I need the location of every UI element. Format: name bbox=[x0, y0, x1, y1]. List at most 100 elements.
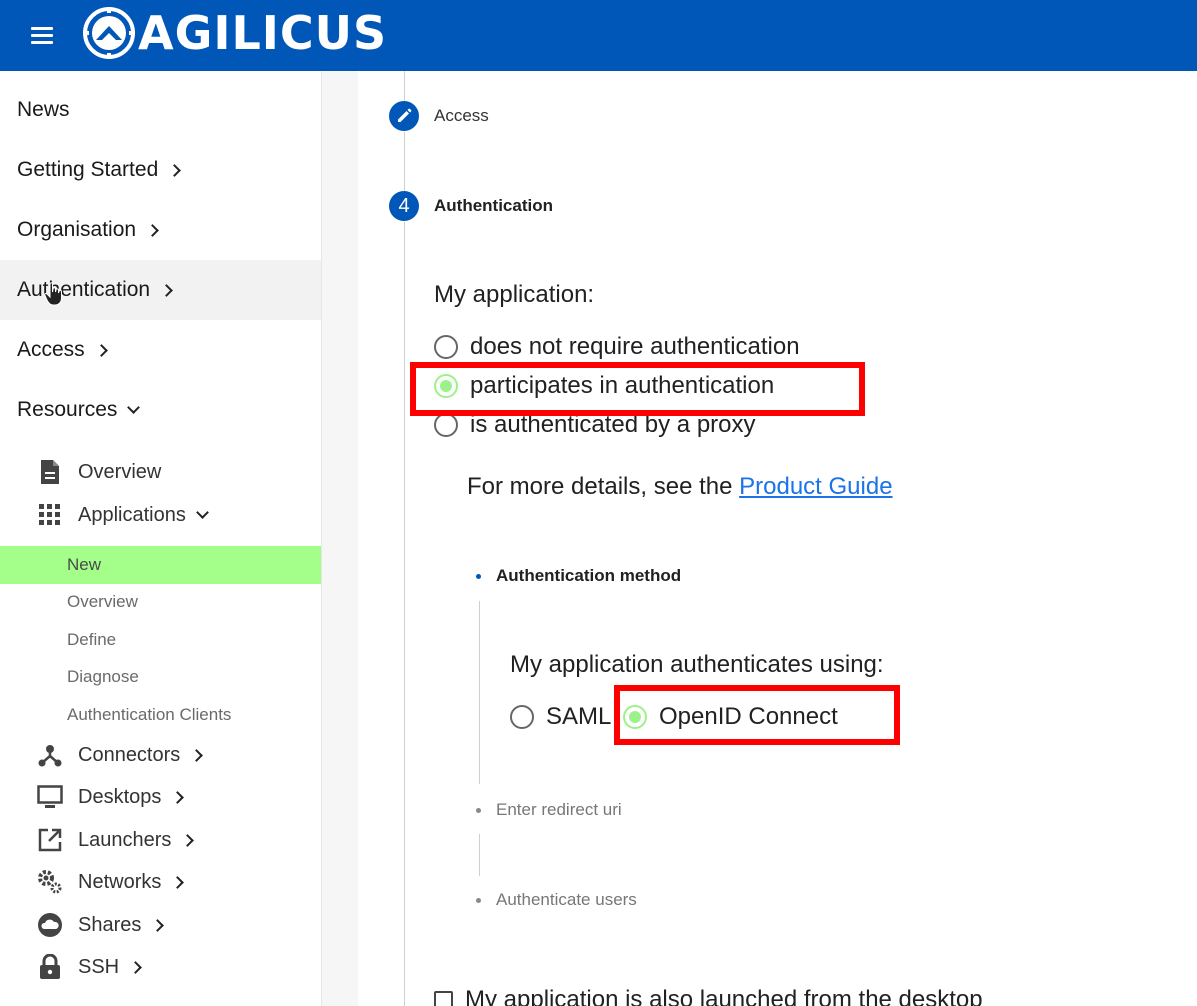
sidebar-item-desktops[interactable]: Desktops bbox=[0, 776, 321, 818]
content-gutter bbox=[322, 71, 358, 1006]
wizard-content: Access 4 Authentication My application: … bbox=[358, 71, 1197, 1006]
sidebar-item-news[interactable]: News bbox=[0, 80, 321, 140]
sidebar-item-label: Overview bbox=[67, 592, 138, 611]
sidebar-item-label: Overview bbox=[78, 460, 162, 483]
radio-saml[interactable]: SAML bbox=[510, 703, 611, 731]
chevron-right-icon bbox=[129, 960, 142, 974]
auth-question: My application: bbox=[434, 281, 595, 308]
desktop-monitor-icon bbox=[37, 784, 63, 810]
chevron-right-icon bbox=[171, 790, 185, 804]
substep-line bbox=[479, 834, 480, 876]
pencil-icon bbox=[398, 108, 412, 122]
open-external-icon bbox=[37, 827, 63, 853]
product-guide-link[interactable]: Product Guide bbox=[739, 473, 892, 500]
sidebar-item-label: News bbox=[17, 98, 70, 121]
sidebar-item-applications[interactable]: Applications bbox=[0, 494, 321, 536]
substep-dot bbox=[476, 573, 481, 579]
step-number-badge[interactable]: 4 bbox=[389, 191, 419, 221]
sidebar-item-networks[interactable]: Networks bbox=[0, 861, 321, 903]
stepper-line bbox=[404, 132, 405, 191]
sidebar-nav: News Getting Started Organisation Authen… bbox=[0, 71, 322, 1006]
substep-line bbox=[479, 601, 480, 784]
substep-dot bbox=[476, 807, 481, 813]
lock-icon bbox=[37, 954, 63, 980]
sidebar-item-label: Access bbox=[17, 338, 85, 361]
sidebar-item-launchers[interactable]: Launchers bbox=[0, 819, 321, 861]
substep-authentication-method[interactable]: Authentication method bbox=[476, 566, 681, 586]
sidebar-item-access[interactable]: Access bbox=[0, 320, 321, 380]
sidebar-item-label: Connectors bbox=[78, 743, 181, 766]
sidebar-item-new[interactable]: New bbox=[0, 546, 321, 584]
sidebar-item-label: Desktops bbox=[78, 785, 162, 808]
sidebar-item-overview[interactable]: Overview bbox=[0, 451, 321, 493]
connectors-icon bbox=[37, 742, 63, 768]
substep-label: Enter redirect uri bbox=[496, 800, 622, 819]
brand-name: AGILICUS bbox=[138, 6, 388, 60]
info-text: For more details, see the bbox=[467, 473, 733, 500]
chevron-right-icon bbox=[181, 833, 195, 847]
sidebar-item-label: Resources bbox=[17, 398, 118, 421]
substep-label: Authenticate users bbox=[496, 890, 637, 909]
chevron-right-icon bbox=[146, 223, 159, 237]
checkbox-label: My application is also launched from the… bbox=[465, 986, 983, 1006]
checkbox[interactable] bbox=[434, 990, 453, 1006]
chevron-down-icon bbox=[127, 401, 141, 414]
sidebar-item-diagnose[interactable]: Diagnose bbox=[0, 658, 321, 696]
radio-button[interactable] bbox=[434, 413, 458, 437]
sidebar-item-label: Getting Started bbox=[17, 158, 159, 181]
sidebar-item-label: Launchers bbox=[78, 828, 172, 851]
step-label-authentication[interactable]: Authentication bbox=[434, 196, 553, 216]
product-guide-info: For more details, see the Product Guide bbox=[467, 473, 893, 501]
sidebar-item-authentication-clients[interactable]: Authentication Clients bbox=[0, 696, 321, 734]
gears-icon bbox=[37, 869, 63, 895]
substep-authenticate-users[interactable]: Authenticate users bbox=[476, 890, 637, 910]
chevron-down-icon bbox=[195, 506, 209, 519]
radio-no-auth[interactable]: does not require authentication bbox=[434, 333, 800, 361]
step-label-access[interactable]: Access bbox=[434, 106, 489, 126]
sidebar-item-ssh[interactable]: SSH bbox=[0, 946, 321, 988]
step-edit-access[interactable] bbox=[389, 101, 419, 131]
substep-dot bbox=[476, 897, 481, 903]
sidebar-item-label: New bbox=[67, 555, 102, 574]
top-app-bar: AGILICUS bbox=[0, 0, 1197, 71]
sidebar-item-label: Networks bbox=[78, 870, 162, 893]
chevron-right-icon bbox=[151, 918, 165, 932]
radio-button[interactable] bbox=[434, 335, 458, 359]
brand-logo[interactable]: AGILICUS bbox=[82, 6, 387, 60]
sidebar-item-shares[interactable]: Shares bbox=[0, 904, 321, 946]
radio-button[interactable] bbox=[510, 705, 534, 729]
sidebar-item-getting-started[interactable]: Getting Started bbox=[0, 140, 321, 200]
hamburger-menu-icon[interactable] bbox=[28, 22, 56, 48]
sidebar-item-label: Authentication bbox=[17, 278, 151, 301]
sidebar-item-label: SSH bbox=[78, 955, 120, 978]
sidebar-item-define[interactable]: Define bbox=[0, 621, 321, 659]
chevron-right-icon bbox=[160, 283, 173, 297]
radio-label: does not require authentication bbox=[470, 333, 800, 360]
substep-label: Authentication method bbox=[496, 566, 682, 585]
sidebar-item-label: Diagnose bbox=[67, 667, 139, 686]
stepper-line bbox=[404, 222, 405, 1006]
stepper-line bbox=[404, 71, 405, 101]
sidebar-item-resources[interactable]: Resources bbox=[0, 380, 321, 440]
highlight-box bbox=[410, 362, 865, 416]
sidebar-item-label: Applications bbox=[78, 503, 186, 526]
sidebar-item-connectors[interactable]: Connectors bbox=[0, 734, 321, 776]
sidebar-item-label: Authentication Clients bbox=[67, 705, 232, 724]
sidebar-item-label: Shares bbox=[78, 913, 142, 936]
desktop-launch-checkbox-row[interactable]: My application is also launched from the… bbox=[434, 986, 983, 1006]
chevron-right-icon bbox=[190, 748, 204, 762]
hand-cursor-icon bbox=[44, 282, 62, 306]
grid-apps-icon bbox=[37, 502, 63, 528]
chevron-right-icon bbox=[168, 163, 182, 177]
substep-redirect-uri[interactable]: Enter redirect uri bbox=[476, 800, 622, 820]
sidebar-item-label: Define bbox=[67, 630, 117, 649]
document-icon bbox=[37, 459, 63, 485]
method-question: My application authenticates using: bbox=[510, 651, 884, 678]
sidebar-item-organisation[interactable]: Organisation bbox=[0, 200, 321, 260]
chevron-right-icon bbox=[94, 343, 108, 357]
radio-label: SAML bbox=[546, 703, 612, 730]
sidebar-item-applications-overview[interactable]: Overview bbox=[0, 583, 321, 621]
cloud-icon bbox=[37, 912, 63, 938]
highlight-box bbox=[614, 685, 900, 745]
agilicus-logo-icon bbox=[83, 7, 135, 59]
